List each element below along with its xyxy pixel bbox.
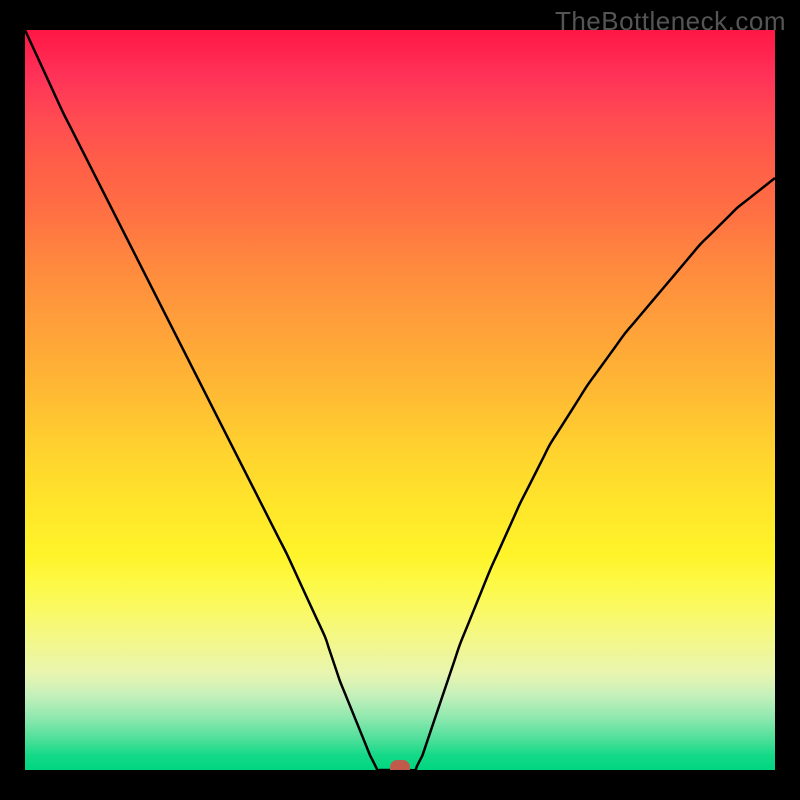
chart-svg [25,30,775,770]
bottleneck-curve [25,30,775,770]
watermark-text: TheBottleneck.com [555,6,786,37]
chart-area [25,30,775,770]
optimal-point-marker [391,761,409,770]
